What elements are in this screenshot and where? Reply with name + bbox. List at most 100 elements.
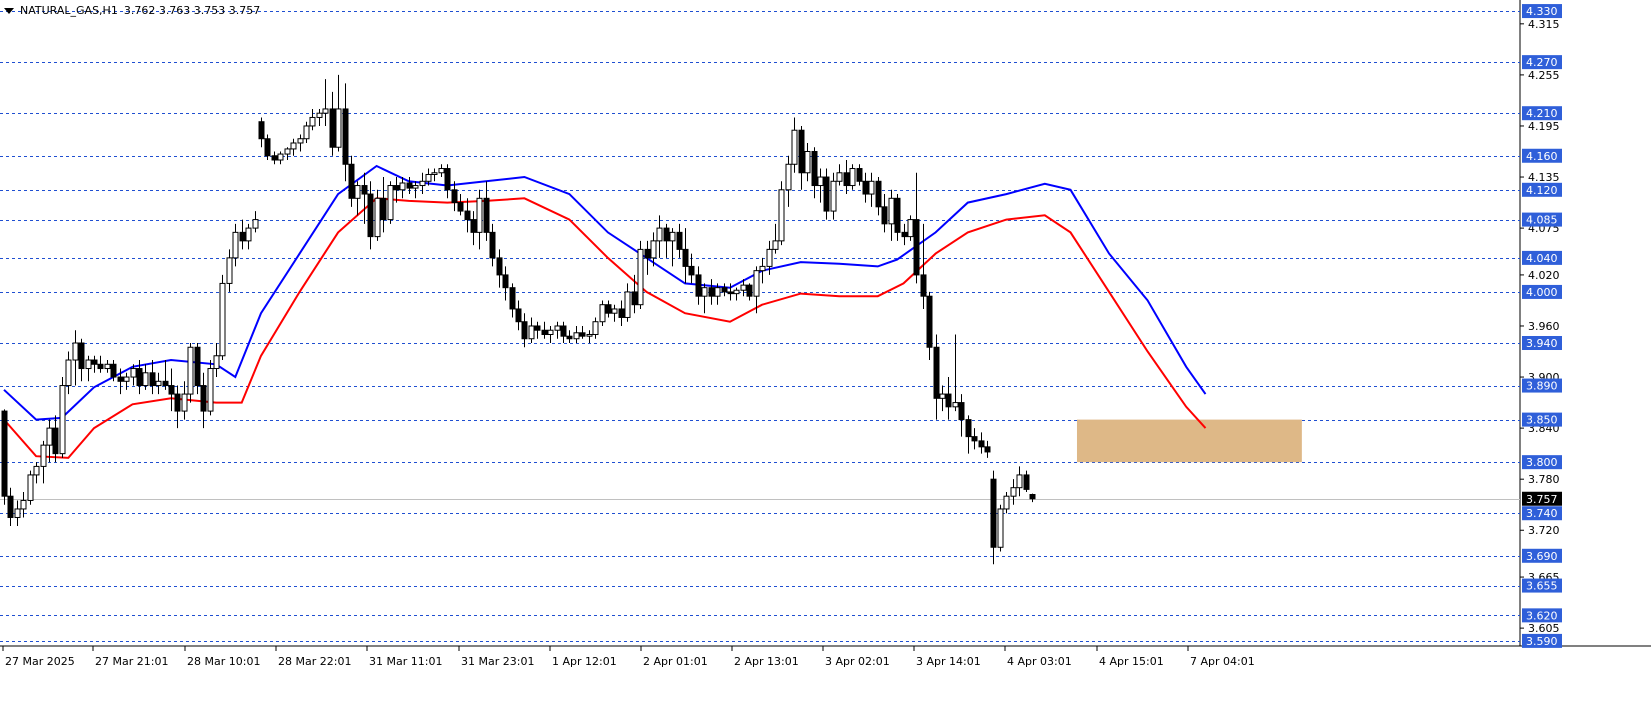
candle-bull: [425, 173, 432, 182]
candle-bull: [592, 321, 599, 335]
candle-bear: [727, 291, 734, 295]
candle-bull: [733, 289, 740, 295]
candle-bear: [631, 291, 638, 306]
candle-bull: [785, 163, 792, 191]
x-tick-label: 27 Mar 2025: [5, 655, 75, 668]
candle-bear: [470, 219, 477, 233]
candle-bull: [142, 372, 149, 387]
candle-bear: [875, 180, 882, 208]
candle-bear: [920, 274, 927, 297]
x-tick-label: 31 Mar 11:01: [369, 655, 442, 668]
candle-bull: [753, 270, 760, 297]
candle-bull: [740, 284, 747, 291]
candle-bear: [489, 231, 496, 259]
candle-bull: [766, 248, 773, 267]
level-price-label: 3.850: [1526, 414, 1558, 427]
candle-bear: [393, 185, 400, 191]
x-tick-label: 3 Apr 14:01: [916, 655, 981, 668]
candle-bear: [464, 210, 471, 221]
candle-bull: [772, 240, 779, 250]
candle-bull: [1010, 487, 1017, 497]
candle-bear: [933, 346, 940, 399]
candle-bull: [181, 393, 188, 412]
price-chart[interactable]: 4.3154.2554.1954.1354.0754.0203.9603.900…: [0, 0, 1651, 707]
x-tick-label: 28 Mar 22:01: [278, 655, 351, 668]
level-price-label: 3.655: [1526, 580, 1558, 593]
candle-bear: [894, 197, 901, 233]
candle-bull: [888, 197, 895, 225]
candle-bull: [431, 172, 438, 175]
candle-bear: [926, 295, 933, 348]
candle-bear: [560, 325, 567, 337]
candle-bear: [239, 231, 246, 242]
symbol-label: NATURAL_GAS,H1: [20, 4, 118, 17]
candle-bear: [97, 363, 104, 370]
candle-bear: [1, 410, 8, 497]
candle-bear: [348, 163, 355, 199]
y-tick-label: 4.135: [1528, 171, 1560, 184]
candle-bear: [862, 180, 869, 195]
candle-bear: [509, 287, 516, 310]
y-tick-label: 3.720: [1528, 524, 1560, 537]
candle-bull: [374, 197, 381, 238]
level-price-label: 4.210: [1526, 107, 1558, 120]
candle-bear: [78, 342, 85, 370]
x-tick-label: 1 Apr 12:01: [552, 655, 617, 668]
x-tick-label: 2 Apr 13:01: [734, 655, 799, 668]
x-tick-label: 31 Mar 23:01: [461, 655, 534, 668]
candle-bear: [708, 287, 715, 297]
x-tick-label: 7 Apr 04:01: [1190, 655, 1255, 668]
level-price-label: 4.000: [1526, 286, 1558, 299]
candle-bull: [586, 333, 593, 337]
candle-bear: [406, 182, 413, 189]
candle-bear: [342, 108, 349, 165]
candle-bull: [624, 291, 631, 318]
candle-bull: [830, 180, 837, 212]
candle-bear: [174, 393, 181, 412]
candle-bull: [65, 359, 72, 387]
candle-bear: [329, 108, 336, 148]
candle-bear: [162, 380, 169, 387]
level-price-label: 3.740: [1526, 507, 1558, 520]
candle-bull: [701, 287, 708, 297]
x-tick-label: 3 Apr 02:01: [825, 655, 890, 668]
y-tick-label: 4.195: [1528, 120, 1560, 133]
candle-bear: [117, 376, 124, 382]
candle-bull: [104, 363, 111, 370]
candle-bull: [290, 142, 297, 150]
candle-bull: [656, 227, 663, 242]
candle-bear: [194, 346, 201, 387]
candle-bear: [91, 359, 98, 365]
candle-bull: [85, 359, 92, 370]
candle-bull: [207, 368, 214, 412]
level-price-label: 3.940: [1526, 337, 1558, 350]
candle-bear: [444, 168, 451, 191]
level-price-label: 4.040: [1526, 252, 1558, 265]
candle-bull: [20, 499, 27, 510]
y-tick-label: 3.960: [1528, 320, 1560, 333]
candle-bear: [843, 172, 850, 187]
chart-window: 4.315 4.255 4.195 4.135 4.075 4.020 3.960 3.900…: [0, 0, 1651, 707]
candle-bull: [438, 168, 445, 174]
candle-bull: [14, 508, 21, 518]
y-tick-label: 4.255: [1528, 69, 1560, 82]
candle-bear: [483, 197, 490, 233]
candle-bear: [881, 206, 888, 225]
candle-bull: [759, 265, 766, 272]
candle-bear: [618, 308, 625, 318]
candle-bear: [502, 274, 509, 289]
y-tick-label: 4.020: [1528, 269, 1560, 282]
candle-bear: [534, 325, 541, 331]
resistance-zone: [1076, 419, 1302, 463]
level-price-label: 4.085: [1526, 214, 1558, 227]
candle-bull: [791, 129, 798, 165]
candle-bear: [361, 185, 368, 195]
candle-bull: [226, 257, 233, 284]
dropdown-triangle-icon[interactable]: [4, 7, 14, 14]
candle-bear: [7, 495, 14, 518]
candle-bull: [213, 355, 220, 370]
candle-bull: [72, 342, 79, 361]
candle-bull: [997, 508, 1004, 548]
candle-bull: [554, 325, 561, 331]
candle-bear: [721, 287, 728, 293]
